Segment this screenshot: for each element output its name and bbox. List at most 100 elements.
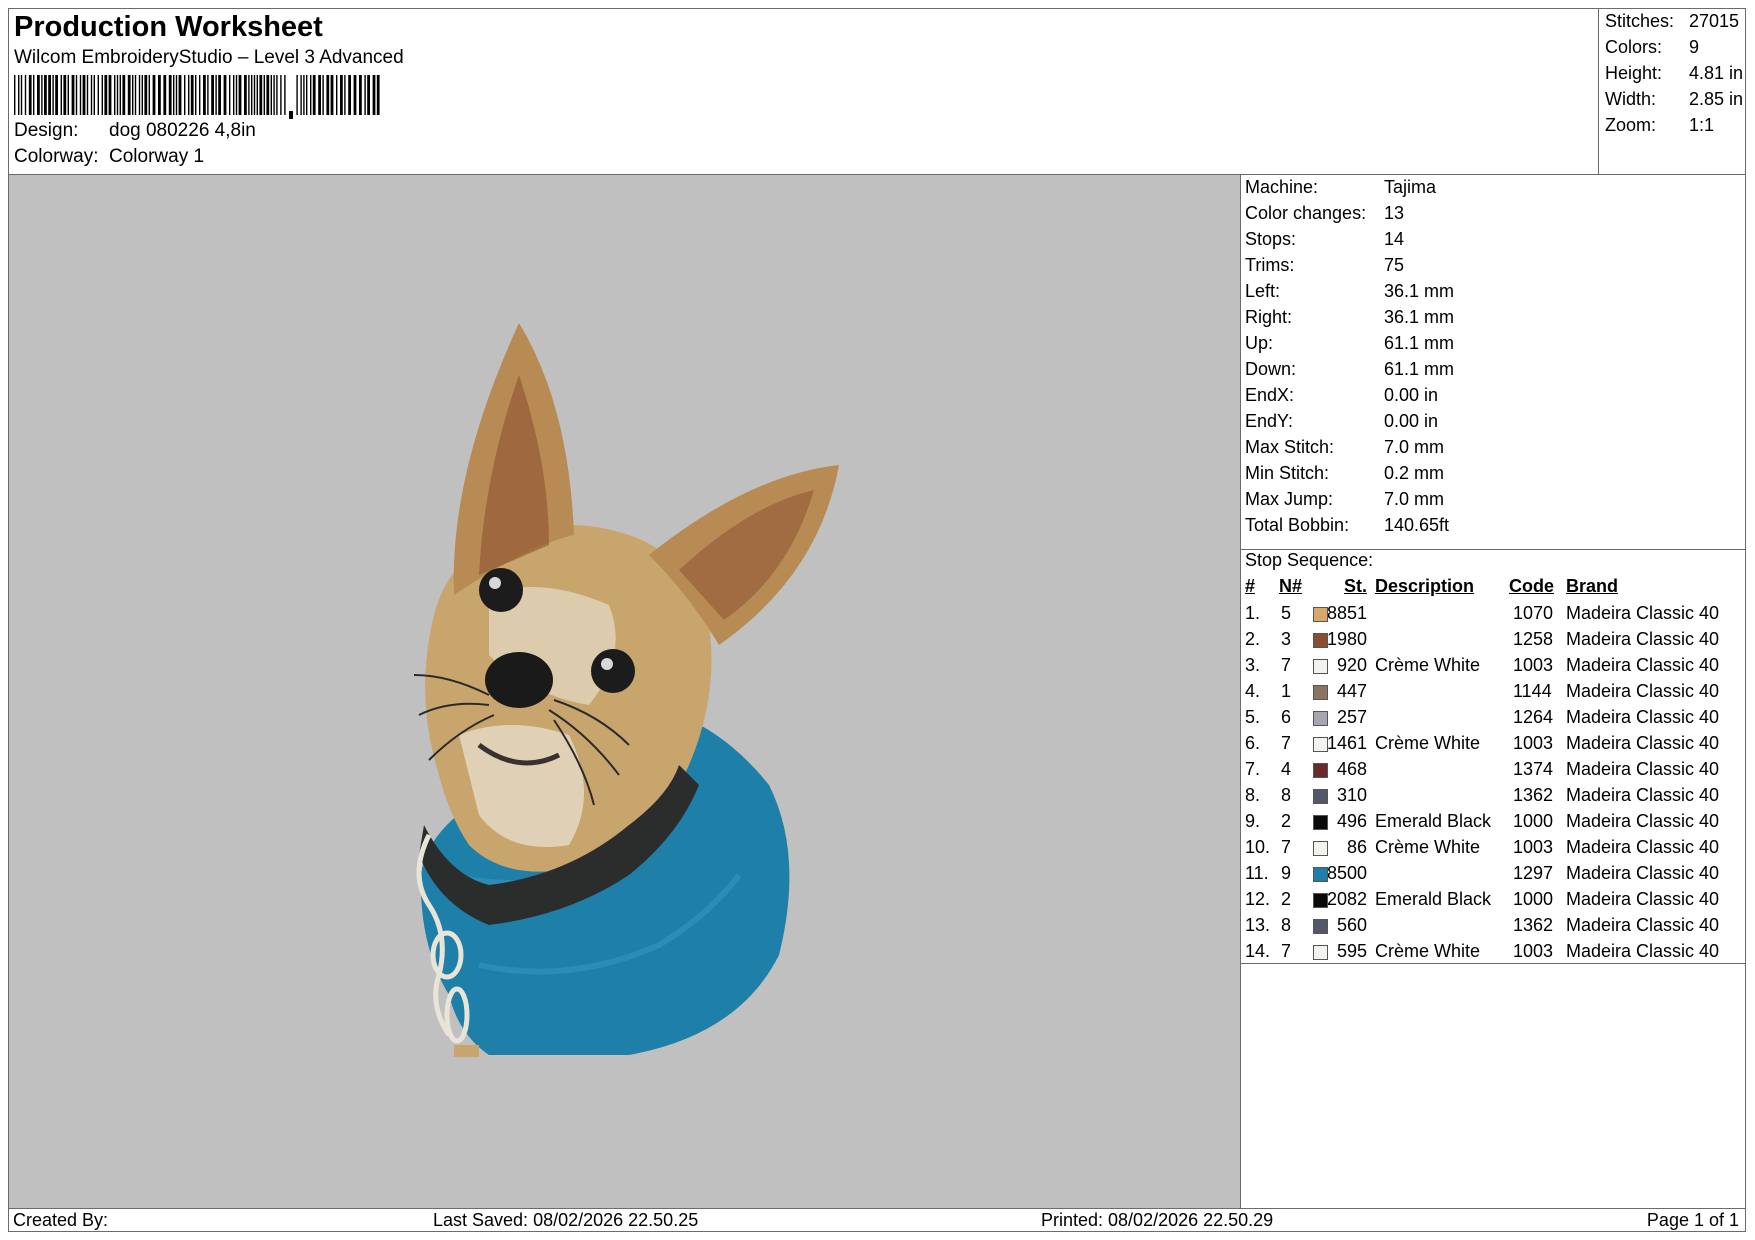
barcode-bar bbox=[353, 75, 357, 115]
cell-code: 1070 bbox=[1513, 603, 1554, 623]
barcode-bar bbox=[20, 75, 23, 115]
cell-st: 468 bbox=[1336, 759, 1367, 779]
production-worksheet: Production Worksheet Wilcom EmbroiderySt… bbox=[8, 8, 1746, 1232]
cell-code: 1000 bbox=[1513, 889, 1554, 909]
barcode-bar bbox=[14, 75, 16, 115]
barcode-bar bbox=[41, 75, 43, 115]
last-saved: Last Saved: 08/02/2026 22.50.25 bbox=[433, 1210, 699, 1230]
summary-row: Width: 2.85 in bbox=[1605, 89, 1744, 109]
stat-label: Min Stitch: bbox=[1245, 463, 1330, 483]
cell-n: 4 bbox=[1281, 759, 1292, 779]
barcode-bar bbox=[229, 75, 231, 115]
stat-label: Up: bbox=[1245, 333, 1274, 353]
cell-num: 10. bbox=[1245, 837, 1271, 857]
cell-st: 920 bbox=[1336, 655, 1367, 675]
barcode-bar bbox=[24, 75, 27, 115]
worksheet-footer: Created By: Last Saved: 08/02/2026 22.50… bbox=[9, 1208, 1745, 1231]
barcode-bar bbox=[104, 75, 108, 115]
barcode-bar bbox=[116, 75, 119, 115]
dog-left-eye bbox=[479, 568, 523, 612]
color-swatch bbox=[1313, 919, 1328, 934]
barcode-bar bbox=[52, 75, 54, 115]
cell-code: 1264 bbox=[1513, 707, 1554, 727]
stat-label: EndX: bbox=[1245, 385, 1295, 405]
cell-st: 8500 bbox=[1326, 863, 1367, 883]
barcode-bar bbox=[195, 75, 197, 115]
barcode-bar bbox=[280, 75, 282, 115]
cell-st: 447 bbox=[1336, 681, 1367, 701]
cell-st: 310 bbox=[1336, 785, 1367, 805]
barcode-bar bbox=[238, 75, 242, 115]
worksheet-header: Production Worksheet Wilcom EmbroiderySt… bbox=[9, 9, 1599, 175]
table-row: 5. 6 257 1264 Madeira Classic 40 bbox=[1241, 707, 1745, 733]
cell-n: 7 bbox=[1281, 733, 1292, 753]
design-label: Design: bbox=[14, 120, 79, 141]
barcode-bar bbox=[37, 75, 40, 115]
stat-value: 61.1 mm bbox=[1384, 333, 1455, 353]
cell-st: 496 bbox=[1336, 811, 1367, 831]
barcode-bar bbox=[132, 75, 134, 115]
cell-desc: Crème White bbox=[1375, 941, 1481, 961]
cell-desc: Emerald Black bbox=[1375, 889, 1492, 909]
cell-st: 1980 bbox=[1326, 629, 1367, 649]
machine-stat-row: Down: 61.1 mm bbox=[1245, 359, 1454, 380]
stat-label: Max Jump: bbox=[1245, 489, 1334, 509]
machine-stat-row: EndY: 0.00 in bbox=[1245, 411, 1438, 432]
machine-stat-row: Left: 36.1 mm bbox=[1245, 281, 1454, 302]
barcode-bar bbox=[86, 75, 89, 115]
barcode-bar bbox=[312, 75, 316, 115]
cell-code: 1258 bbox=[1513, 629, 1554, 649]
colorway-row: Colorway: Colorway 1 bbox=[14, 146, 204, 168]
barcode-bar bbox=[289, 111, 293, 119]
cell-st: 257 bbox=[1336, 707, 1367, 727]
color-swatch bbox=[1313, 789, 1328, 804]
cell-code: 1374 bbox=[1513, 759, 1554, 779]
barcode-bar bbox=[138, 75, 141, 115]
barcode-bar bbox=[93, 75, 95, 115]
barcode-bar bbox=[44, 75, 47, 115]
barcode-bar bbox=[119, 75, 121, 115]
design-preview[interactable] bbox=[9, 175, 1241, 1208]
cell-num: 11. bbox=[1245, 863, 1269, 883]
barcode-bar bbox=[134, 75, 137, 115]
cell-st: 86 bbox=[1346, 837, 1367, 857]
cell-desc: Emerald Black bbox=[1375, 811, 1492, 831]
color-swatch bbox=[1313, 815, 1328, 830]
barcode-bar bbox=[376, 75, 380, 115]
col-header-n: N# bbox=[1279, 576, 1303, 596]
cell-n: 7 bbox=[1281, 837, 1292, 857]
table-row: 7. 4 468 1374 Madeira Classic 40 bbox=[1241, 759, 1745, 785]
barcode-bar bbox=[367, 75, 370, 115]
barcode-bar bbox=[75, 75, 78, 115]
divider bbox=[1241, 963, 1745, 964]
col-header-num: # bbox=[1245, 576, 1256, 596]
cell-st: 2082 bbox=[1326, 889, 1367, 909]
barcode-bar bbox=[273, 75, 275, 115]
color-swatch bbox=[1313, 945, 1328, 960]
summary-row: Stitches: 27015 bbox=[1605, 11, 1740, 31]
color-swatch bbox=[1313, 685, 1328, 700]
barcode-bar bbox=[173, 75, 175, 115]
barcode-bar bbox=[266, 75, 270, 115]
cell-n: 9 bbox=[1281, 863, 1292, 883]
barcode-bar bbox=[82, 75, 86, 115]
cell-code: 1362 bbox=[1513, 915, 1554, 935]
cell-code: 1003 bbox=[1513, 733, 1554, 753]
table-row: 4. 1 447 1144 Madeira Classic 40 bbox=[1241, 681, 1745, 707]
machine-stat-row: Machine: Tajima bbox=[1245, 177, 1436, 198]
cell-brand: Madeira Classic 40 bbox=[1566, 915, 1720, 935]
printed-date: Printed: 08/02/2026 22.50.29 bbox=[1041, 1210, 1274, 1230]
cell-num: 4. bbox=[1245, 681, 1261, 701]
cell-brand: Madeira Classic 40 bbox=[1566, 941, 1720, 961]
cell-num: 3. bbox=[1245, 655, 1261, 675]
machine-stat-row: Trims: 75 bbox=[1245, 255, 1404, 276]
stat-value: 61.1 mm bbox=[1384, 359, 1455, 379]
cell-brand: Madeira Classic 40 bbox=[1566, 863, 1720, 883]
barcode-bar bbox=[326, 75, 330, 115]
cell-code: 1003 bbox=[1513, 941, 1554, 961]
cell-num: 5. bbox=[1245, 707, 1261, 727]
stat-value: 14 bbox=[1384, 229, 1405, 249]
machine-stat-row: Total Bobbin: 140.65ft bbox=[1245, 515, 1449, 536]
cell-n: 2 bbox=[1281, 889, 1292, 909]
barcode-bar bbox=[127, 75, 131, 115]
